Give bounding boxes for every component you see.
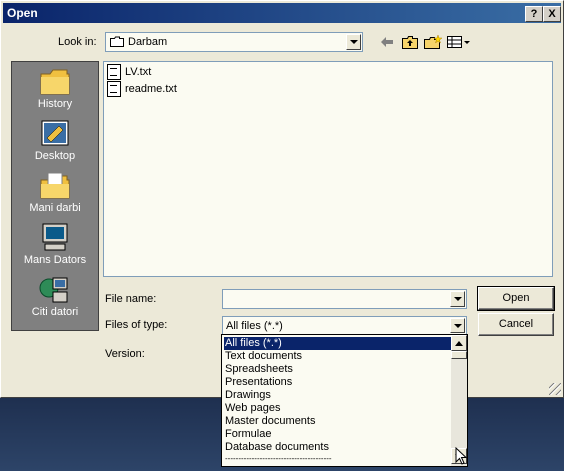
place-network[interactable]: Citi datori bbox=[12, 274, 98, 318]
places-bar: History Desktop Mani darbi Mans Dators C… bbox=[11, 61, 99, 331]
close-button[interactable]: X bbox=[543, 6, 561, 22]
text-file-icon bbox=[107, 81, 121, 97]
look-in-label: Look in: bbox=[58, 36, 97, 48]
back-button[interactable] bbox=[379, 34, 395, 50]
look-in-dropdown-button[interactable] bbox=[346, 34, 361, 50]
network-computers-icon bbox=[39, 274, 71, 304]
file-type-option[interactable]: Drawings bbox=[224, 389, 451, 402]
file-type-option[interactable]: Web pages bbox=[224, 402, 451, 415]
history-folder-icon bbox=[39, 66, 71, 96]
resize-grip[interactable] bbox=[549, 383, 561, 395]
files-of-type-dropdown-button[interactable] bbox=[450, 318, 465, 333]
look-in-combo[interactable]: Darbam bbox=[105, 32, 363, 52]
file-type-option[interactable]: Presentations bbox=[224, 376, 451, 389]
file-type-option[interactable]: Formulae bbox=[224, 428, 451, 441]
up-folder-button[interactable] bbox=[401, 34, 419, 50]
folder-icon bbox=[110, 36, 124, 47]
chevron-down-icon bbox=[349, 40, 358, 44]
version-label: Version: bbox=[105, 348, 145, 360]
place-history[interactable]: History bbox=[12, 66, 98, 110]
files-of-type-combo[interactable]: All files (*.*) bbox=[222, 316, 467, 335]
new-folder-button[interactable] bbox=[424, 34, 442, 50]
place-label: Desktop bbox=[34, 150, 76, 162]
mouse-cursor-icon bbox=[455, 447, 467, 465]
file-type-dropdown-list[interactable]: All files (*.*) Text documents Spreadshe… bbox=[221, 334, 468, 467]
file-name-dropdown-button[interactable] bbox=[450, 291, 465, 307]
up-folder-icon bbox=[402, 35, 418, 49]
file-type-option[interactable]: Spreadsheets bbox=[224, 363, 451, 376]
file-name: readme.txt bbox=[125, 83, 177, 95]
place-label: Mans Dators bbox=[23, 254, 87, 266]
text-file-icon bbox=[107, 64, 121, 80]
file-type-separator: ---------------------------------------- bbox=[225, 454, 332, 463]
chevron-down-icon bbox=[453, 297, 462, 301]
files-of-type-label: Files of type: bbox=[105, 319, 168, 331]
file-list[interactable]: LV.txt readme.txt bbox=[103, 61, 553, 277]
file-item[interactable]: LV.txt bbox=[107, 64, 151, 80]
place-label: Citi datori bbox=[31, 306, 79, 318]
look-in-value: Darbam bbox=[128, 36, 168, 48]
file-type-option[interactable]: Master documents bbox=[224, 415, 451, 428]
files-of-type-value: All files (*.*) bbox=[226, 320, 283, 332]
desktop-icon bbox=[39, 118, 71, 148]
file-type-option[interactable]: Text documents bbox=[224, 350, 451, 363]
new-folder-icon bbox=[424, 35, 442, 49]
place-label: Mani darbi bbox=[29, 202, 81, 214]
place-my-documents[interactable]: Mani darbi bbox=[12, 170, 98, 214]
chevron-up-icon bbox=[455, 340, 463, 346]
file-type-option[interactable]: All files (*.*) bbox=[224, 337, 451, 350]
view-menu-button[interactable] bbox=[447, 34, 471, 50]
scroll-up-button[interactable] bbox=[451, 335, 467, 351]
scroll-thumb[interactable] bbox=[451, 351, 467, 359]
chevron-down-icon bbox=[453, 323, 462, 328]
open-button[interactable]: Open bbox=[477, 286, 555, 311]
place-my-computer[interactable]: Mans Dators bbox=[12, 222, 98, 266]
view-list-icon bbox=[447, 36, 470, 48]
help-button[interactable]: ? bbox=[525, 6, 543, 22]
file-item[interactable]: readme.txt bbox=[107, 81, 177, 97]
file-name: LV.txt bbox=[125, 66, 152, 78]
dialog-title: Open bbox=[7, 6, 38, 20]
place-label: History bbox=[37, 98, 73, 110]
cancel-button[interactable]: Cancel bbox=[478, 313, 554, 336]
title-bar: Open ? X bbox=[3, 3, 561, 23]
my-computer-icon bbox=[39, 222, 71, 252]
place-desktop[interactable]: Desktop bbox=[12, 118, 98, 162]
file-name-field[interactable] bbox=[222, 289, 467, 309]
my-documents-folder-icon bbox=[39, 170, 71, 200]
file-name-label: File name: bbox=[105, 293, 157, 305]
back-arrow-icon bbox=[381, 37, 393, 47]
